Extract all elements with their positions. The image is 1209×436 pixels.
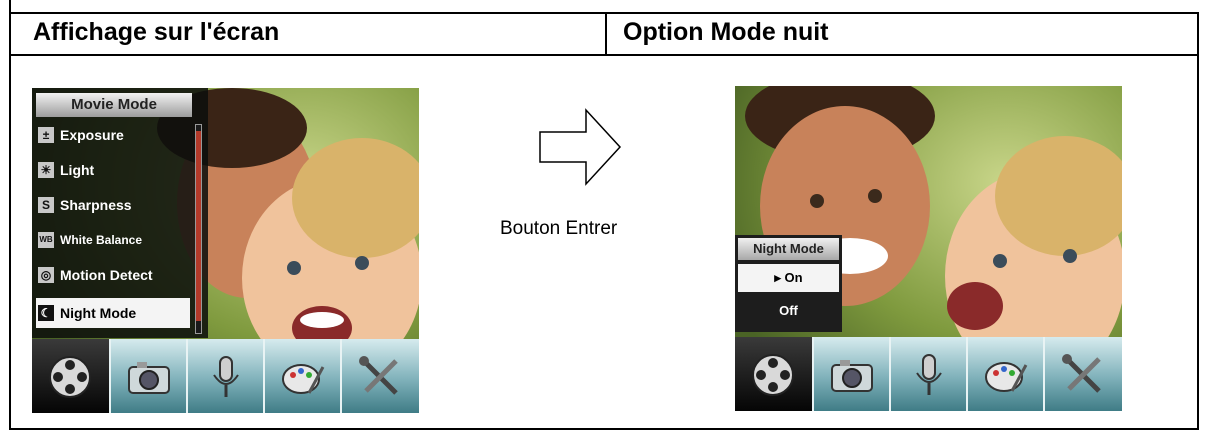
camera-icon bbox=[128, 362, 170, 394]
menu-item-white-balance[interactable]: WB White Balance bbox=[36, 225, 190, 255]
menu-item-label: Night Mode bbox=[60, 305, 137, 321]
right-camera-screen: Night Mode ▸ On Off bbox=[735, 86, 1122, 411]
scrollbar-thumb[interactable] bbox=[196, 131, 201, 321]
mode-toolbar bbox=[735, 337, 1122, 411]
menu-item-exposure[interactable]: ± Exposure bbox=[36, 120, 190, 150]
menu-item-motion-detect[interactable]: ◎ Motion Detect bbox=[36, 260, 190, 290]
toolbar-microphone-button[interactable] bbox=[889, 337, 966, 411]
menu-scrollbar[interactable] bbox=[195, 124, 202, 334]
header-night-mode-option: Option Mode nuit bbox=[623, 18, 829, 46]
white-balance-icon: WB bbox=[38, 232, 54, 248]
microphone-icon bbox=[916, 354, 942, 395]
toolbar-movie-button[interactable] bbox=[32, 339, 109, 413]
table-header-row: Affichage sur l'écran Option Mode nuit bbox=[11, 14, 1197, 56]
toolbar-movie-button[interactable] bbox=[735, 337, 812, 411]
light-icon: ☀ bbox=[38, 162, 54, 178]
toolbar-tools-button[interactable] bbox=[1043, 337, 1120, 411]
motion-detect-icon: ◎ bbox=[38, 267, 54, 283]
movie-reel-icon bbox=[49, 356, 91, 398]
menu-item-label: Light bbox=[60, 162, 95, 178]
enter-button-caption: Bouton Entrer bbox=[500, 218, 618, 239]
menu-item-label: White Balance bbox=[60, 233, 143, 247]
menu-item-light[interactable]: ☀ Light bbox=[36, 155, 190, 185]
night-mode-option-off[interactable]: Off bbox=[738, 297, 839, 325]
toolbar-microphone-button[interactable] bbox=[186, 339, 263, 413]
header-divider bbox=[605, 14, 607, 54]
menu-item-label: Sharpness bbox=[60, 197, 132, 213]
night-mode-icon: ☾ bbox=[38, 305, 54, 321]
toolbar-palette-button[interactable] bbox=[263, 339, 340, 413]
movie-mode-menu: Movie Mode ± Exposure ☀ Light S Sharpnes… bbox=[32, 88, 208, 338]
mode-toolbar bbox=[32, 339, 419, 413]
menu-title: Movie Mode bbox=[36, 93, 192, 117]
toolbar-camera-button[interactable] bbox=[109, 339, 186, 413]
toolbar-tools-button[interactable] bbox=[340, 339, 417, 413]
menu-item-night-mode[interactable]: ☾ Night Mode bbox=[36, 298, 190, 328]
right-arrow-icon bbox=[539, 108, 622, 186]
sharpness-icon: S bbox=[38, 197, 54, 213]
exposure-icon: ± bbox=[38, 127, 54, 143]
menu-item-label: Motion Detect bbox=[60, 267, 153, 283]
tools-icon bbox=[359, 356, 398, 395]
palette-icon bbox=[985, 362, 1028, 392]
menu-item-sharpness[interactable]: S Sharpness bbox=[36, 190, 190, 220]
night-mode-panel: Night Mode ▸ On Off bbox=[735, 235, 842, 332]
left-camera-screen: Movie Mode ± Exposure ☀ Light S Sharpnes… bbox=[32, 88, 419, 413]
microphone-icon bbox=[213, 356, 239, 397]
tools-icon bbox=[1062, 354, 1101, 393]
menu-item-label: Exposure bbox=[60, 127, 124, 143]
movie-reel-icon bbox=[752, 354, 794, 396]
night-mode-panel-title: Night Mode bbox=[738, 238, 839, 260]
night-mode-option-on[interactable]: ▸ On bbox=[738, 264, 839, 292]
camera-icon bbox=[831, 360, 873, 392]
header-on-screen-display: Affichage sur l'écran bbox=[33, 18, 280, 46]
toolbar-camera-button[interactable] bbox=[812, 337, 889, 411]
palette-icon bbox=[282, 364, 325, 394]
toolbar-palette-button[interactable] bbox=[966, 337, 1043, 411]
